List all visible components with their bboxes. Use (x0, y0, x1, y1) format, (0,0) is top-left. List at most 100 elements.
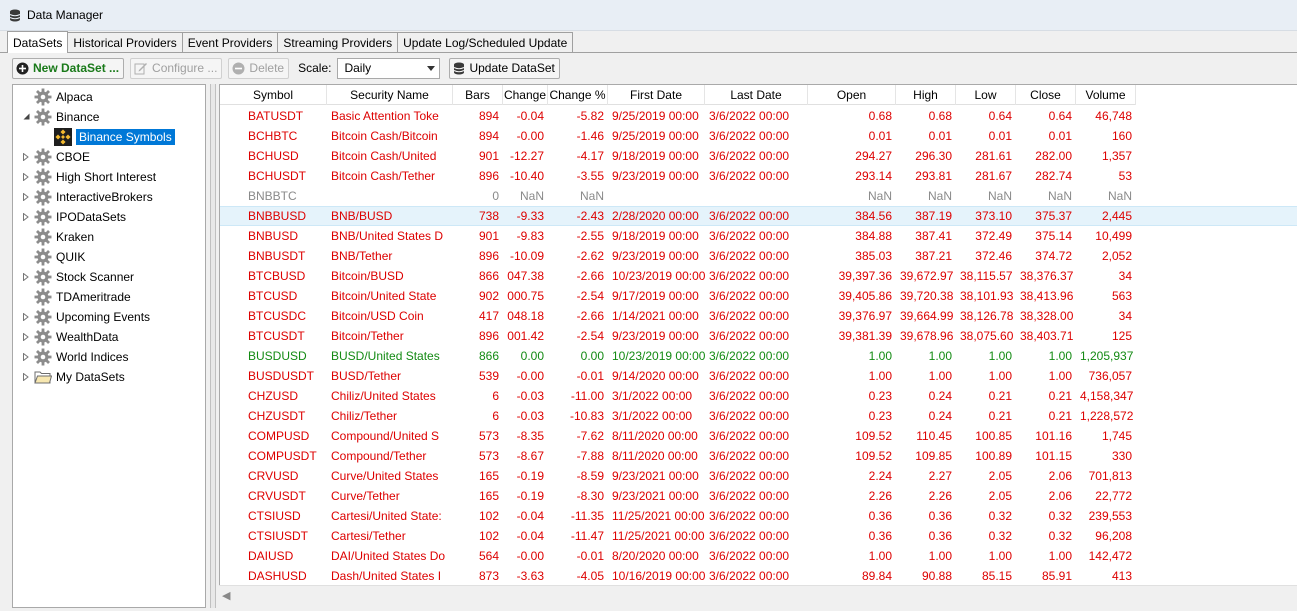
tree-item[interactable]: Stock Scanner (21, 267, 134, 286)
table-row[interactable]: DAIUSD DAI/United States Do 564 -0.00 -0.01 8… (220, 546, 1297, 566)
table-row[interactable]: CTSIUSDT Cartesi/Tether 102 -0.04 -11.47 11/2… (220, 526, 1297, 546)
new-dataset-button[interactable]: New DataSet ... (12, 57, 125, 79)
column-header-symbol[interactable]: Symbol (220, 85, 327, 105)
column-header-bars[interactable]: Bars (453, 85, 503, 105)
tree-item[interactable]: QUIK (21, 247, 85, 266)
scroll-left-icon[interactable]: ◀ (222, 589, 230, 602)
cell-first-date: 3/1/2022 00:00 (612, 389, 693, 403)
cell-volume: NaN (1107, 189, 1132, 203)
cell-close: 1.00 (1048, 549, 1072, 563)
symbols-grid[interactable]: Symbol Security Name Bars Change Change % Fir… (219, 84, 1297, 605)
tree-item[interactable]: IPODataSets (21, 207, 126, 226)
cell-change: 000.75 (507, 289, 544, 303)
cell-first-date: 11/25/2021 00:00 (612, 509, 705, 523)
cell-high: 39,664.99 (900, 309, 954, 323)
table-row[interactable]: BCHUSDT Bitcoin Cash/Tether 896 -10.40 -3.55… (220, 166, 1297, 186)
tree-item[interactable]: WealthData (21, 327, 118, 346)
table-row[interactable]: BATUSDT Basic Attention Toke 894 -0.04 -5.82… (220, 106, 1297, 126)
delete-button[interactable]: Delete (228, 57, 290, 79)
table-row[interactable]: BUSDUSD BUSD/United States 866 0.00 0.00 10/2… (220, 346, 1297, 366)
expand-arrow-icon[interactable] (21, 312, 31, 322)
tree-item[interactable]: My DataSets (21, 367, 125, 386)
expand-arrow-icon[interactable] (21, 192, 31, 202)
table-row[interactable]: BCHBTC Bitcoin Cash/Bitcoin 894 -0.00 -1.46 9… (220, 126, 1297, 146)
cell-security-name: Bitcoin/BUSD (331, 269, 404, 283)
column-header-low[interactable]: Low (956, 85, 1016, 105)
cell-change: -0.00 (516, 129, 544, 143)
tree-item[interactable]: InteractiveBrokers (21, 187, 153, 206)
dataset-tree[interactable]: Alpaca Binance Binance Symbols CBOE High Sho… (12, 84, 206, 608)
cell-low: 0.01 (988, 129, 1012, 143)
table-row[interactable]: BTCUSDC Bitcoin/USD Coin 417 048.18 -2.66 1/1… (220, 306, 1297, 326)
table-row[interactable]: COMPUSD Compound/United S 573 -8.35 -7.62 8/1… (220, 426, 1297, 446)
column-header-change-percent[interactable]: Change % (548, 85, 608, 105)
update-dataset-button[interactable]: Update DataSet (449, 57, 560, 79)
table-row[interactable]: DASHUSD Dash/United States I 873 -3.63 -4.05… (220, 566, 1297, 586)
cell-low: 38,075.60 (960, 329, 1014, 343)
expand-arrow-icon[interactable] (21, 212, 31, 222)
cell-change: 0.00 (520, 349, 544, 363)
tree-item[interactable]: Kraken (21, 227, 94, 246)
expand-arrow-icon[interactable] (21, 152, 31, 162)
table-row[interactable]: BNBUSD BNB/United States D 901 -9.83 -2.55 9/… (220, 226, 1297, 246)
panel-splitter[interactable] (210, 84, 216, 608)
table-row[interactable]: BTCUSDT Bitcoin/Tether 896 001.42 -2.54 9/23/… (220, 326, 1297, 346)
cell-low: 100.85 (975, 429, 1012, 443)
database-icon (9, 9, 21, 21)
tree-item[interactable]: Binance Symbols (41, 127, 175, 146)
column-header-change[interactable]: Change (503, 85, 548, 105)
column-header-open[interactable]: Open (808, 85, 896, 105)
tree-item[interactable]: High Short Interest (21, 167, 156, 186)
expand-arrow-icon[interactable] (21, 372, 31, 382)
table-row[interactable]: BNBUSDT BNB/Tether 896 -10.09 -2.62 9/23/2019… (220, 246, 1297, 266)
expand-arrow-icon[interactable] (21, 332, 31, 342)
table-row[interactable]: CHZUSD Chiliz/United States 6 -0.03 -11.00 3/… (220, 386, 1297, 406)
cell-high: 387.21 (915, 249, 952, 263)
table-row[interactable]: BTCBUSD Bitcoin/BUSD 866 047.38 -2.66 10/23/2… (220, 266, 1297, 286)
table-row[interactable]: BTCUSD Bitcoin/United State 902 000.75 -2.54… (220, 286, 1297, 306)
expand-arrow-icon[interactable] (21, 272, 31, 282)
column-header-close[interactable]: Close (1016, 85, 1076, 105)
scale-select[interactable]: Daily (337, 57, 441, 79)
expand-arrow-icon[interactable] (21, 352, 31, 362)
table-row[interactable]: BNBBTC 0 NaN NaN NaN NaN NaN NaN NaN (220, 186, 1297, 206)
horizontal-scrollbar[interactable]: ◀ (219, 585, 1297, 605)
configure-button[interactable]: Configure ... (130, 57, 223, 79)
cell-change-percent: -2.43 (576, 209, 604, 223)
column-header-first-date[interactable]: First Date (608, 85, 705, 105)
tree-item[interactable]: World Indices (21, 347, 128, 366)
column-header-high[interactable]: High (896, 85, 956, 105)
tab-historical-providers[interactable]: Historical Providers (67, 32, 183, 52)
tab-event-providers[interactable]: Event Providers (181, 32, 279, 52)
table-row[interactable]: BCHUSD Bitcoin Cash/United 901 -12.27 -4.17 9… (220, 146, 1297, 166)
tab-update-log[interactable]: Update Log/Scheduled Update (397, 32, 574, 52)
column-header-volume[interactable]: Volume (1076, 85, 1136, 105)
collapse-arrow-icon[interactable] (21, 112, 31, 122)
column-header-last-date[interactable]: Last Date (705, 85, 808, 105)
column-header-security-name[interactable]: Security Name (327, 85, 453, 105)
table-row[interactable]: CRVUSD Curve/United States 165 -0.19 -8.59 9/… (220, 466, 1297, 486)
cell-change: -0.03 (516, 389, 544, 403)
cell-bars: 894 (478, 109, 499, 123)
tree-item[interactable]: Alpaca (21, 87, 93, 106)
tab-streaming-providers[interactable]: Streaming Providers (277, 32, 399, 52)
tree-item[interactable]: Upcoming Events (21, 307, 150, 326)
table-row[interactable]: CTSIUSD Cartesi/United State: 102 -0.04 -11.… (220, 506, 1297, 526)
cell-volume: 34 (1118, 269, 1132, 283)
tab-datasets[interactable]: DataSets (7, 31, 69, 53)
cell-bars: 564 (478, 549, 499, 563)
table-row[interactable]: BNBBUSD BNB/BUSD 738 -9.33 -2.43 2/28/2020 00… (220, 206, 1297, 226)
tree-item[interactable]: CBOE (21, 147, 90, 166)
cell-first-date: 11/25/2021 00:00 (612, 529, 705, 543)
table-row[interactable]: COMPUSDT Compound/Tether 573 -8.67 -7.88 8/11… (220, 446, 1297, 466)
table-row[interactable]: BUSDUSDT BUSD/Tether 539 -0.00 -0.01 9/14/202… (220, 366, 1297, 386)
tree-item[interactable]: TDAmeritrade (21, 287, 131, 306)
cell-first-date: 10/23/2019 00:00 (612, 269, 705, 283)
expand-arrow-icon[interactable] (21, 172, 31, 182)
gear-icon (34, 148, 52, 166)
cell-change-percent: -4.05 (576, 569, 604, 583)
tree-item[interactable]: Binance (21, 107, 99, 126)
table-row[interactable]: CHZUSDT Chiliz/Tether 6 -0.03 -10.83 3/1/2022… (220, 406, 1297, 426)
table-row[interactable]: CRVUSDT Curve/Tether 165 -0.19 -8.30 9/23/202… (220, 486, 1297, 506)
